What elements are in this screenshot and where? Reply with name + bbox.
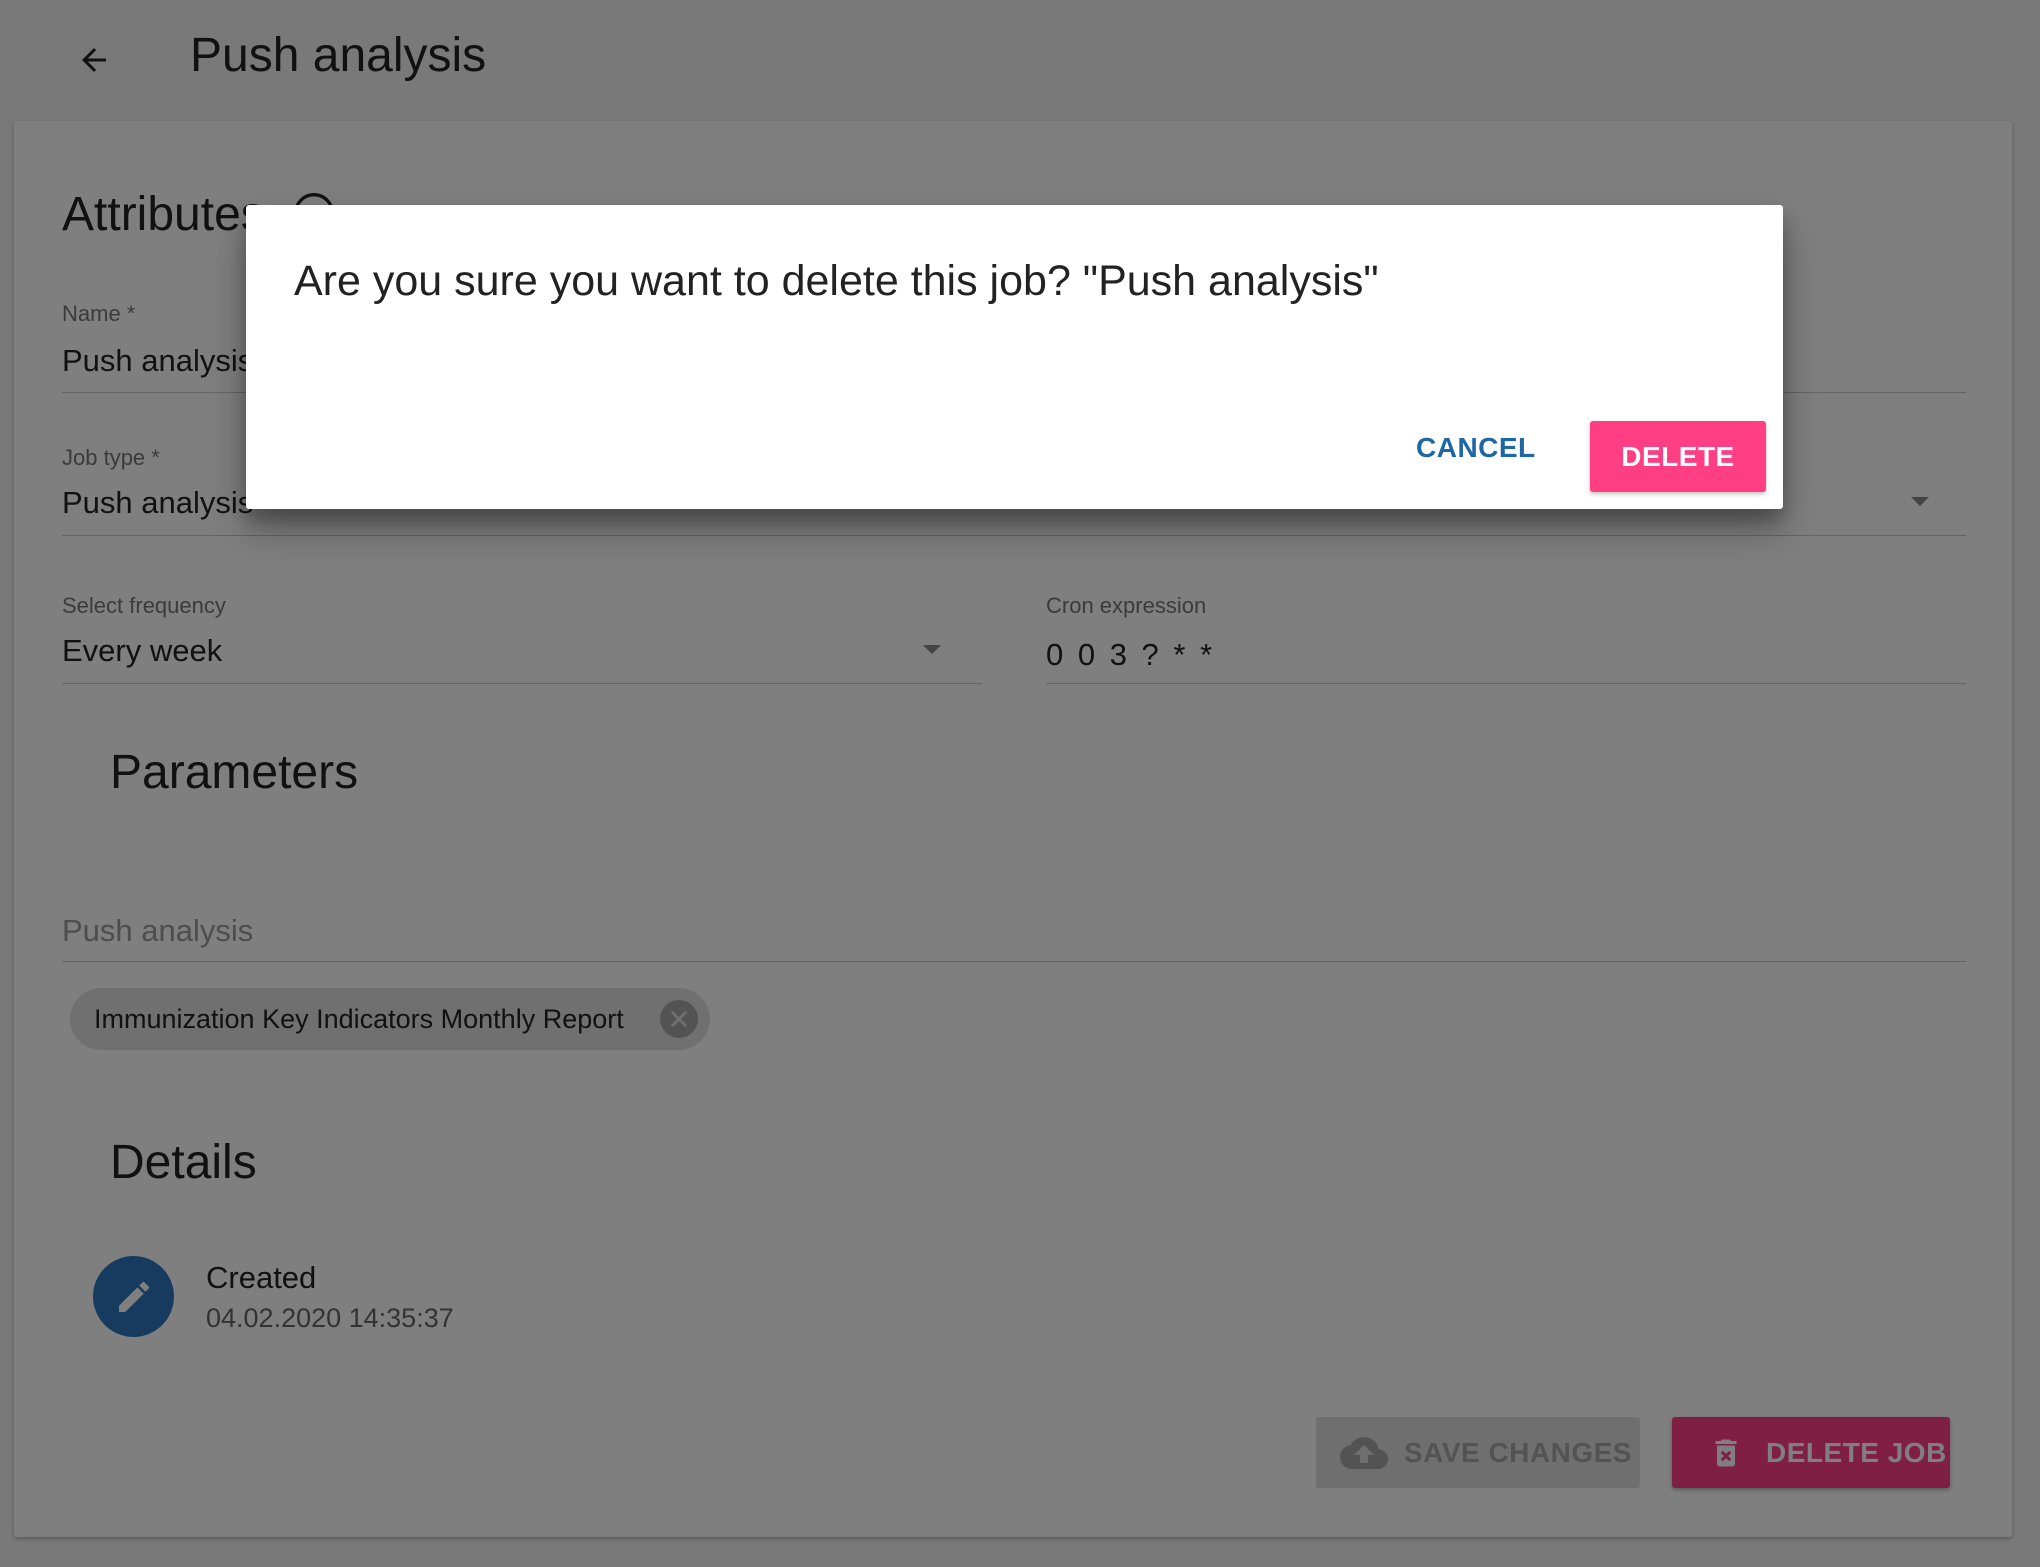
delete-confirmation-dialog: Are you sure you want to delete this job…: [246, 205, 1783, 509]
cancel-button[interactable]: CANCEL: [1398, 421, 1554, 475]
dialog-message: Are you sure you want to delete this job…: [294, 257, 1379, 305]
confirm-delete-button[interactable]: DELETE: [1590, 421, 1766, 492]
